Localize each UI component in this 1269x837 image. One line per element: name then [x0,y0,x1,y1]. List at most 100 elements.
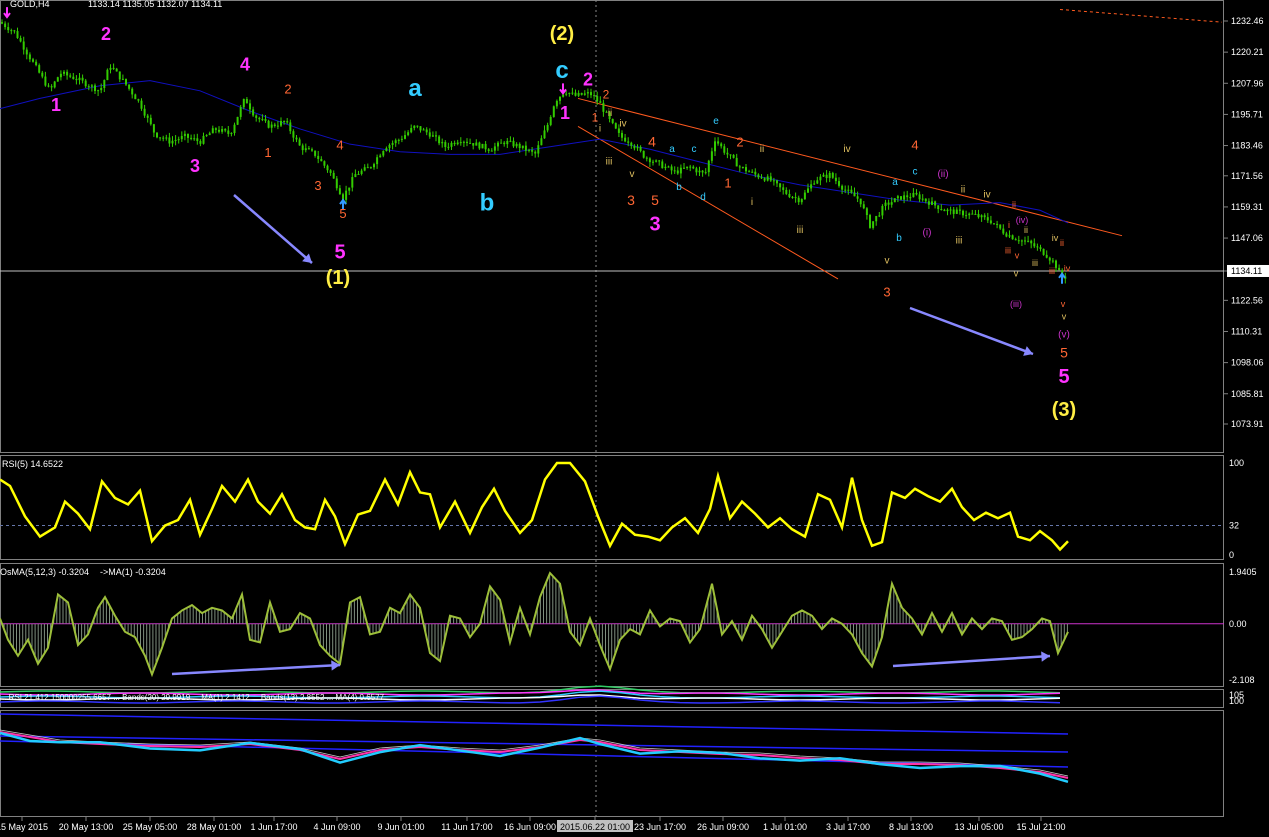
candle-body [1014,239,1017,241]
candle-body [100,87,103,91]
wave-label: ii [961,184,965,195]
wave-label: iii [606,157,613,168]
wave-label: iv [843,144,850,155]
candle-body [97,90,100,92]
wave-label: d [700,192,706,203]
candle-body [47,85,50,87]
candle-body [841,185,844,190]
candle-body [652,161,654,163]
wave-label: ii [608,108,612,119]
candle-body [503,142,506,145]
mini-panel-title: ...RSI 21.412 150000255.6657 ... Bands(2… [2,693,385,702]
rsi-axis-label: 0 [1229,550,1234,560]
candle-body [909,197,912,199]
candle-body [869,215,871,228]
candle-body [946,209,949,212]
rsi-axis-label: 32 [1229,521,1239,531]
ohlc-readout: 1133.14 1135.05 1132.07 1134.11 [88,0,222,9]
candle-body [931,201,933,205]
candle-body [1011,235,1014,240]
candle-body [710,151,713,161]
candle-body [645,157,648,159]
time-axis-label: 16 Jun 09:00 [504,822,556,832]
candle-body [183,133,186,137]
candle-body [872,221,875,228]
candle-body [90,85,93,87]
candle-body [171,140,174,144]
wave-label: v [1015,251,1020,261]
candle-body [559,96,561,101]
candle-body [218,129,220,132]
candle-body [754,171,757,175]
candle-body [896,196,899,199]
candle-body [1027,240,1030,242]
time-axis-label: 15 Jul 21:00 [1016,822,1065,832]
candle-body [469,142,472,144]
candle-body [360,170,363,174]
candle-body [317,155,320,159]
wave-label: 2 [603,87,610,101]
candle-body [524,145,527,151]
candle-body [10,30,13,32]
candle-body [44,76,47,86]
price-axis-label: 1171.56 [1231,171,1263,181]
candle-body [106,69,109,81]
candle-body [1042,248,1045,255]
candle-body [35,61,38,66]
wave-label: 4 [648,134,656,150]
candle-body [738,166,741,168]
candle-body [552,106,555,117]
candle-body [593,95,596,97]
chart-window[interactable]: 1 2 3 4 5 (1) 2 1 4 3 5 a b (2) c 2 1 2 1 ii iv i iii v 4 3 5 3 a c e b… [0,0,1269,833]
osma-axis-label: 0.00 [1229,619,1247,629]
time-axis-label: 8 Jul 13:00 [889,822,933,832]
price-axis-label: 1232.46 [1231,16,1264,26]
candle-body [611,118,614,124]
candle-body [962,210,964,216]
candle-body [137,99,140,101]
candle-body [32,59,34,62]
candle-body [50,86,53,88]
wave-label: iii [1005,245,1011,255]
candle-body [348,187,351,191]
candle-body [844,189,847,191]
candle-body [571,92,574,94]
candle-body [214,128,217,130]
candle-body [1,22,3,24]
candle-body [320,158,323,162]
rsi-axis-label: 100 [1229,458,1244,468]
candle-body [568,92,571,94]
wave-label: b [896,233,902,244]
candle-body [289,122,292,132]
candle-body [583,93,586,95]
wave-label: v [885,256,890,267]
wave-label: v [1062,312,1067,322]
candle-body [732,154,735,158]
price-axis-label: 1122.56 [1231,295,1263,305]
osma-axis-label: -2.108 [1229,675,1255,685]
candle-body [636,147,639,149]
candle-body [918,194,921,200]
candle-body [258,117,261,120]
candle-body [255,115,258,118]
price-axis-label: 1110.31 [1231,326,1262,336]
time-axis-label: 11 Jun 17:00 [441,822,492,832]
candle-body [642,150,645,158]
candle-body [159,137,162,139]
wave-label: 3 [314,178,321,193]
wave-label: 3 [190,156,200,176]
candle-body [283,121,286,123]
candle-body [422,129,425,131]
candle-body [658,160,661,162]
candle-body [825,174,828,179]
wave-label: iii [1049,266,1055,276]
candle-body [958,209,961,211]
candle-body [714,141,716,152]
candle-body [276,125,279,127]
candle-body [540,138,543,146]
candle-body [518,143,521,149]
time-axis-label: 20 May 13:00 [59,822,114,832]
wave-label: 4 [911,137,918,152]
wave-label: 5 [1058,366,1069,388]
candle-body [776,180,778,184]
